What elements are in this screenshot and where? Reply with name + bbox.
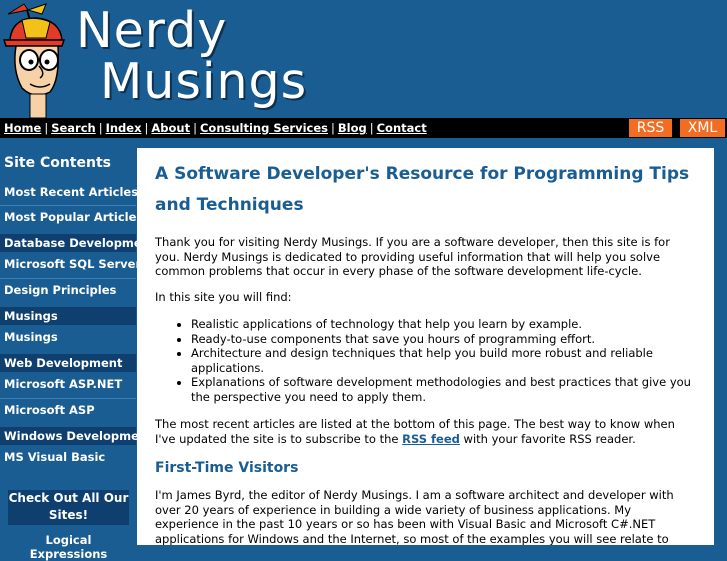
sidebar: Site Contents Most Recent Articles Most … (0, 148, 156, 561)
nav-about-link[interactable]: About (151, 121, 190, 135)
sidebar-heading-label: Musings (4, 309, 58, 323)
sidebar-item-label: Most Popular Articles (4, 210, 144, 224)
recent-text-after: with your favorite RSS reader. (459, 431, 636, 446)
page-title: A Software Developer's Resource for Prog… (155, 164, 690, 215)
nav-separator: | (44, 121, 49, 135)
sidebar-item-musings[interactable]: Musings (0, 326, 136, 348)
nav-contact-link[interactable]: Contact (377, 121, 427, 135)
list-item: Explanations of software development met… (191, 375, 696, 404)
bio-paragraph: I'm James Byrd, the editor of Nerdy Musi… (155, 488, 674, 545)
sidebar-heading-label: Web Development (4, 356, 123, 370)
list-item: Architecture and design techniques that … (191, 346, 696, 375)
nav-consulting-link[interactable]: Consulting Services (200, 121, 328, 135)
sidebar-heading-database: Database Development (0, 234, 156, 252)
first-time-visitors-heading: First-Time Visitors (155, 460, 299, 476)
sidebar-title: Site Contents (0, 148, 136, 178)
sidebar-item-most-recent[interactable]: Most Recent Articles (0, 181, 139, 203)
sidebar-item-sql-server[interactable]: Microsoft SQL Server (0, 253, 142, 275)
logo-text-nerdy[interactable]: Nerdy (76, 3, 227, 59)
recent-articles-paragraph: The most recent articles are listed at t… (155, 417, 696, 446)
nav-separator: | (98, 121, 103, 135)
nav-home-link[interactable]: Home (4, 121, 41, 135)
nav-separator: | (144, 121, 149, 135)
sidebar-item-visual-basic[interactable]: MS Visual Basic (0, 446, 136, 468)
nav-separator: | (331, 121, 335, 135)
sidebar-item-label: Design Principles (4, 283, 117, 297)
nav-index-link[interactable]: Index (106, 121, 142, 135)
intro-paragraph: Thank you for visiting Nerdy Musings. If… (155, 235, 670, 278)
site-header: Nerdy Musings (0, 0, 727, 118)
sidebar-item-label: Microsoft SQL Server (4, 257, 142, 271)
sidebar-item-asp-net[interactable]: Microsoft ASP.NET (0, 373, 136, 395)
nav-blog-link[interactable]: Blog (338, 121, 367, 135)
sidebar-item-asp[interactable]: Microsoft ASP (0, 398, 136, 421)
sidebar-heading-label: Windows Development (4, 429, 153, 443)
sidebar-title-label: Site Contents (4, 155, 111, 171)
sidebar-item-design-principles[interactable]: Design Principles (0, 278, 136, 301)
sidebar-item-label: Most Recent Articles (4, 185, 139, 199)
sidebar-item-most-popular[interactable]: Most Popular Articles (0, 205, 144, 228)
main-content: A Software Developer's Resource for Prog… (137, 148, 714, 545)
nav-separator: | (369, 121, 374, 135)
rss-button[interactable]: RSS (629, 119, 672, 137)
sidebar-item-label: Musings (4, 330, 58, 344)
xml-button[interactable]: XML (680, 119, 725, 137)
sidebar-item-label: MS Visual Basic (4, 450, 106, 464)
sidebar-heading-label: Database Development (4, 236, 156, 250)
logo-text-musings[interactable]: Musings (100, 54, 307, 110)
sidebar-item-label: Microsoft ASP.NET (4, 377, 123, 391)
find-paragraph: In this site you will find: (155, 289, 292, 304)
sidebar-heading-windows-development: Windows Development (0, 427, 153, 445)
sidebar-heading-musings: Musings (0, 307, 136, 325)
sidebar-heading-web-development: Web Development (0, 354, 136, 372)
nerd-mascot-icon[interactable] (2, 0, 74, 118)
check-out-sites-button[interactable]: Check Out All Our Sites! (8, 490, 129, 525)
sidebar-item-label: Microsoft ASP (4, 403, 95, 417)
nav-search-link[interactable]: Search (51, 121, 96, 135)
logical-expressions-link[interactable]: Logical Expressions (8, 533, 129, 561)
list-item: Ready-to-use components that save you ho… (191, 332, 696, 347)
features-list: Realistic applications of technology tha… (155, 317, 696, 404)
list-item: Realistic applications of technology tha… (191, 317, 696, 332)
nav-links: Home | Search | Index | About | Consulting Servi… (4, 119, 427, 137)
top-nav-bar: Home | Search | Index | About | Consulting Servi… (0, 118, 727, 138)
rss-feed-link[interactable]: RSS feed (402, 432, 460, 446)
nav-separator: | (193, 121, 197, 135)
